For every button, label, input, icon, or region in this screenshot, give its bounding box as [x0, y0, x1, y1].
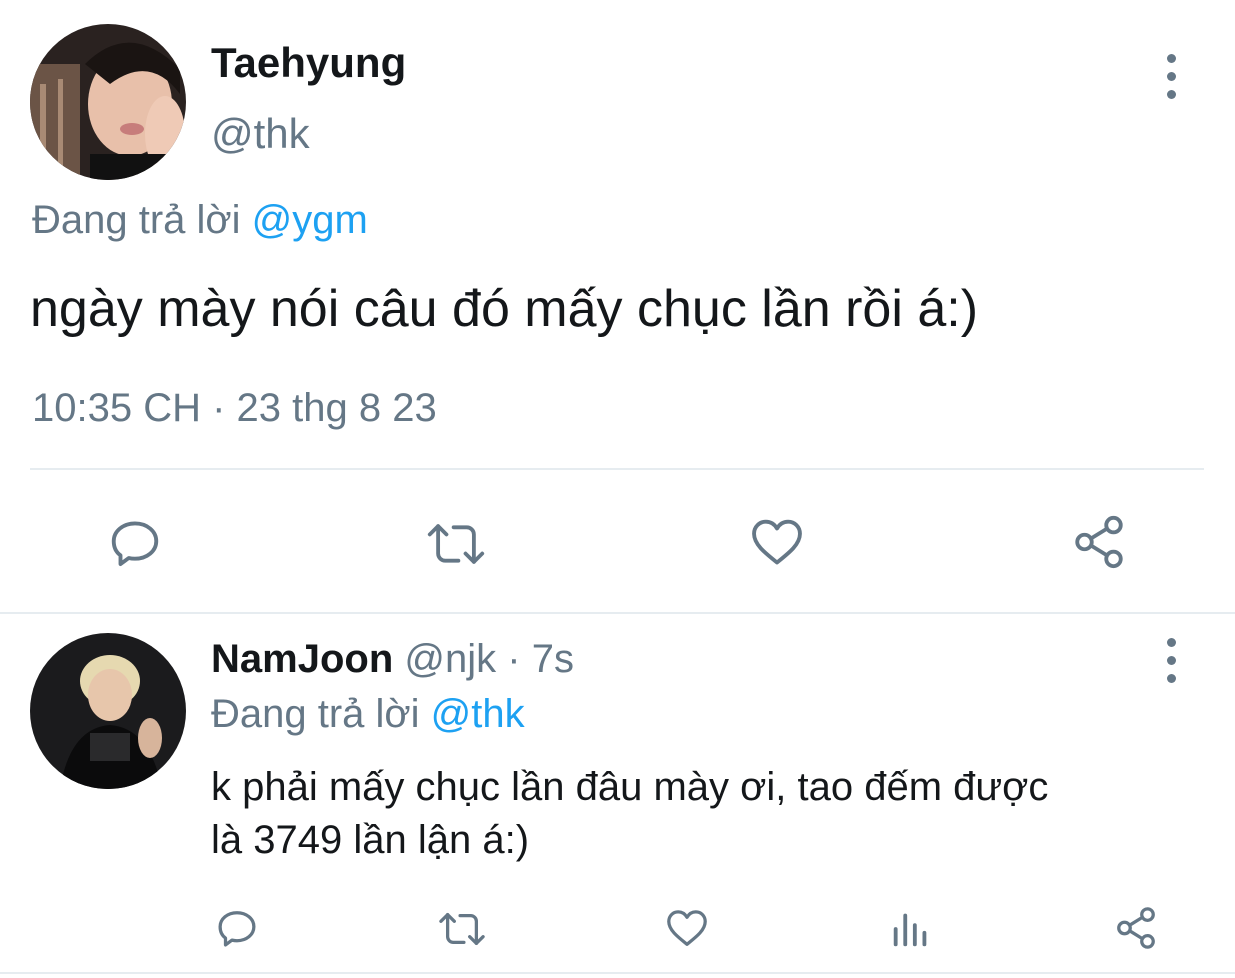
reply-text-line-2: là 3749 lần lận á:)	[211, 818, 530, 862]
retweet-icon[interactable]	[437, 906, 487, 952]
reply-author-avatar[interactable]	[30, 633, 186, 789]
share-icon[interactable]	[1113, 905, 1159, 951]
reply-to-handle[interactable]: @ygm	[252, 198, 368, 242]
reply-more-options-icon[interactable]	[1151, 630, 1191, 690]
reply-icon[interactable]	[106, 515, 164, 573]
reply-to-handle[interactable]: @thk	[431, 692, 525, 736]
reply-author-handle[interactable]: @njk	[404, 637, 496, 681]
separator-dot: ·	[507, 637, 521, 681]
author-avatar[interactable]	[30, 24, 186, 180]
divider	[30, 468, 1204, 470]
like-icon[interactable]	[748, 513, 806, 571]
tweet-timestamp[interactable]: 10:35 CH · 23 thg 8 23	[32, 384, 437, 432]
reply-author-name[interactable]: NamJoon	[211, 637, 393, 681]
like-icon[interactable]	[664, 905, 710, 951]
share-icon[interactable]	[1070, 513, 1128, 571]
reply-header: NamJoon @njk · 7s	[211, 634, 574, 684]
reply-context: Đang trả lời @ygm	[32, 196, 368, 244]
reply-context: Đang trả lời @thk	[211, 690, 525, 738]
reply-prefix: Đang trả lời	[211, 692, 420, 736]
tweet-text: ngày mày nói câu đó mấy chục lần rồi á:)	[30, 280, 979, 338]
reply-icon[interactable]	[214, 906, 260, 952]
section-divider	[0, 612, 1235, 614]
analytics-icon[interactable]	[888, 906, 934, 952]
more-options-icon[interactable]	[1151, 46, 1191, 106]
retweet-icon[interactable]	[425, 515, 487, 573]
reply-text-line-1: k phải mấy chục lần đâu mày ơi, tao đếm …	[211, 765, 1049, 809]
author-handle[interactable]: @thk	[211, 108, 310, 160]
reply-prefix: Đang trả lời	[32, 198, 241, 242]
bottom-divider	[0, 972, 1235, 974]
reply-time[interactable]: 7s	[532, 637, 574, 681]
author-name[interactable]: Taehyung	[211, 38, 406, 88]
